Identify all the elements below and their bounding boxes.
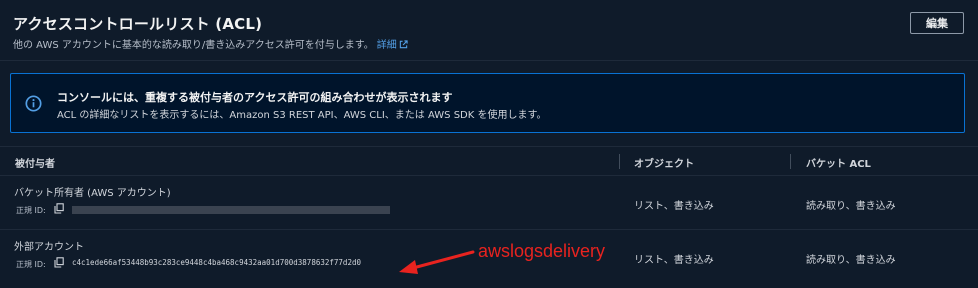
copy-icon[interactable] <box>54 257 64 268</box>
object-permission: リスト、書き込み <box>634 255 714 266</box>
bucket-acl-permission: 読み取り、書き込み <box>806 201 896 212</box>
annotation-arrow-icon <box>399 250 475 274</box>
learn-more-label: 詳細 <box>376 40 397 51</box>
grantee-name: バケット所有者 (AWS アカウント) <box>14 188 171 199</box>
alert-body: ACL の詳細なリストを表示するには、Amazon S3 REST API、AW… <box>57 110 547 121</box>
edit-button[interactable]: 編集 <box>910 12 964 34</box>
column-header-object: オブジェクト <box>634 159 694 170</box>
info-alert: コンソールには、重複する被付与者のアクセス許可の組み合わせが表示されます ACL… <box>10 73 965 133</box>
table-row: バケット所有者 (AWS アカウント) 正規 ID: リスト、書き込み 読み取り… <box>0 176 978 230</box>
column-separator <box>619 154 620 169</box>
column-header-grantee: 被付与者 <box>15 159 55 170</box>
panel-description: 他の AWS アカウントに基本的な読み取り/書き込みアクセス許可を付与します。詳… <box>13 36 408 51</box>
learn-more-link[interactable]: 詳細 <box>377 40 408 51</box>
acl-panel: アクセスコントロールリスト (ACL) 他の AWS アカウントに基本的な読み取… <box>0 0 978 288</box>
description-text: 他の AWS アカウントに基本的な読み取り/書き込みアクセス許可を付与します。 <box>13 40 374 51</box>
canonical-id-label: 正規 ID: <box>16 206 46 215</box>
column-header-bucket-acl: バケット ACL <box>806 159 871 170</box>
annotation-label: awslogsdelivery <box>478 241 606 261</box>
header-divider <box>0 60 978 61</box>
grantee-name: 外部アカウント <box>14 242 84 253</box>
canonical-id-label: 正規 ID: <box>16 260 46 269</box>
object-permission: リスト、書き込み <box>634 201 714 212</box>
external-link-icon <box>399 40 408 49</box>
alert-title: コンソールには、重複する被付与者のアクセス許可の組み合わせが表示されます <box>57 91 453 104</box>
canonical-id-value: c4c1ede66af53448b93c283ce9448c4ba468c943… <box>72 258 361 267</box>
column-separator <box>790 154 791 169</box>
copy-icon[interactable] <box>54 203 64 214</box>
redacted-canonical-id <box>72 206 390 214</box>
bucket-acl-permission: 読み取り、書き込み <box>806 255 896 266</box>
table-header: 被付与者 オブジェクト バケット ACL <box>0 146 978 176</box>
info-icon <box>25 95 42 112</box>
page-title: アクセスコントロールリスト (ACL) <box>13 15 263 33</box>
